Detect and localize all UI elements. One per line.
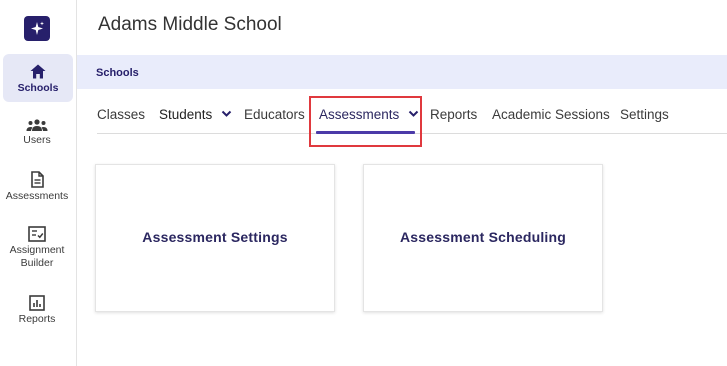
home-icon [30, 64, 46, 79]
sidebar-item-users[interactable]: Users [0, 118, 74, 147]
tab-settings[interactable]: Settings [620, 107, 669, 122]
tab-academic-sessions[interactable]: Academic Sessions [492, 107, 610, 122]
sidebar-item-label: Assessments [5, 190, 69, 202]
tab-students[interactable]: Students [159, 107, 232, 122]
card-title: Assessment Scheduling [399, 229, 567, 245]
sidebar-item-schools[interactable]: Schools [3, 54, 73, 102]
app-logo[interactable] [24, 16, 50, 41]
breadcrumb: Schools [77, 55, 727, 89]
sparkle-icon [31, 21, 44, 35]
tab-educators[interactable]: Educators [244, 107, 305, 122]
tab-label: Classes [97, 107, 146, 122]
tab-label: Reports [430, 107, 478, 122]
sidebar: Schools Users Assessments Assignment Bui… [0, 0, 77, 366]
sidebar-item-assessments[interactable]: Assessments [0, 171, 74, 203]
tab-label: Academic Sessions [492, 107, 610, 122]
breadcrumb-item-schools[interactable]: Schools [96, 67, 139, 79]
tab-reports[interactable]: Reports [430, 107, 477, 122]
sidebar-item-label: Users [23, 134, 51, 146]
tab-label: Educators [244, 107, 305, 122]
tab-label: Settings [620, 107, 669, 122]
sidebar-item-assignment-builder[interactable]: Assignment Builder [0, 226, 74, 270]
card-assessment-scheduling[interactable]: Assessment Scheduling [363, 164, 603, 312]
chevron-down-icon [221, 111, 232, 118]
tab-classes[interactable]: Classes [97, 107, 145, 122]
bar-chart-icon [29, 295, 45, 311]
tab-label: Students [159, 107, 213, 122]
sidebar-item-label: Schools [17, 82, 59, 94]
card-title: Assessment Settings [142, 229, 288, 245]
highlight-box [309, 96, 422, 147]
card-assessment-settings[interactable]: Assessment Settings [95, 164, 335, 312]
sidebar-item-label: Assignment Builder [9, 244, 65, 269]
checklist-icon [28, 226, 46, 242]
document-icon [31, 171, 44, 188]
page-title: Adams Middle School [98, 14, 282, 35]
sidebar-item-label: Reports [18, 313, 56, 325]
sidebar-item-reports[interactable]: Reports [0, 295, 74, 326]
users-icon [26, 119, 48, 131]
